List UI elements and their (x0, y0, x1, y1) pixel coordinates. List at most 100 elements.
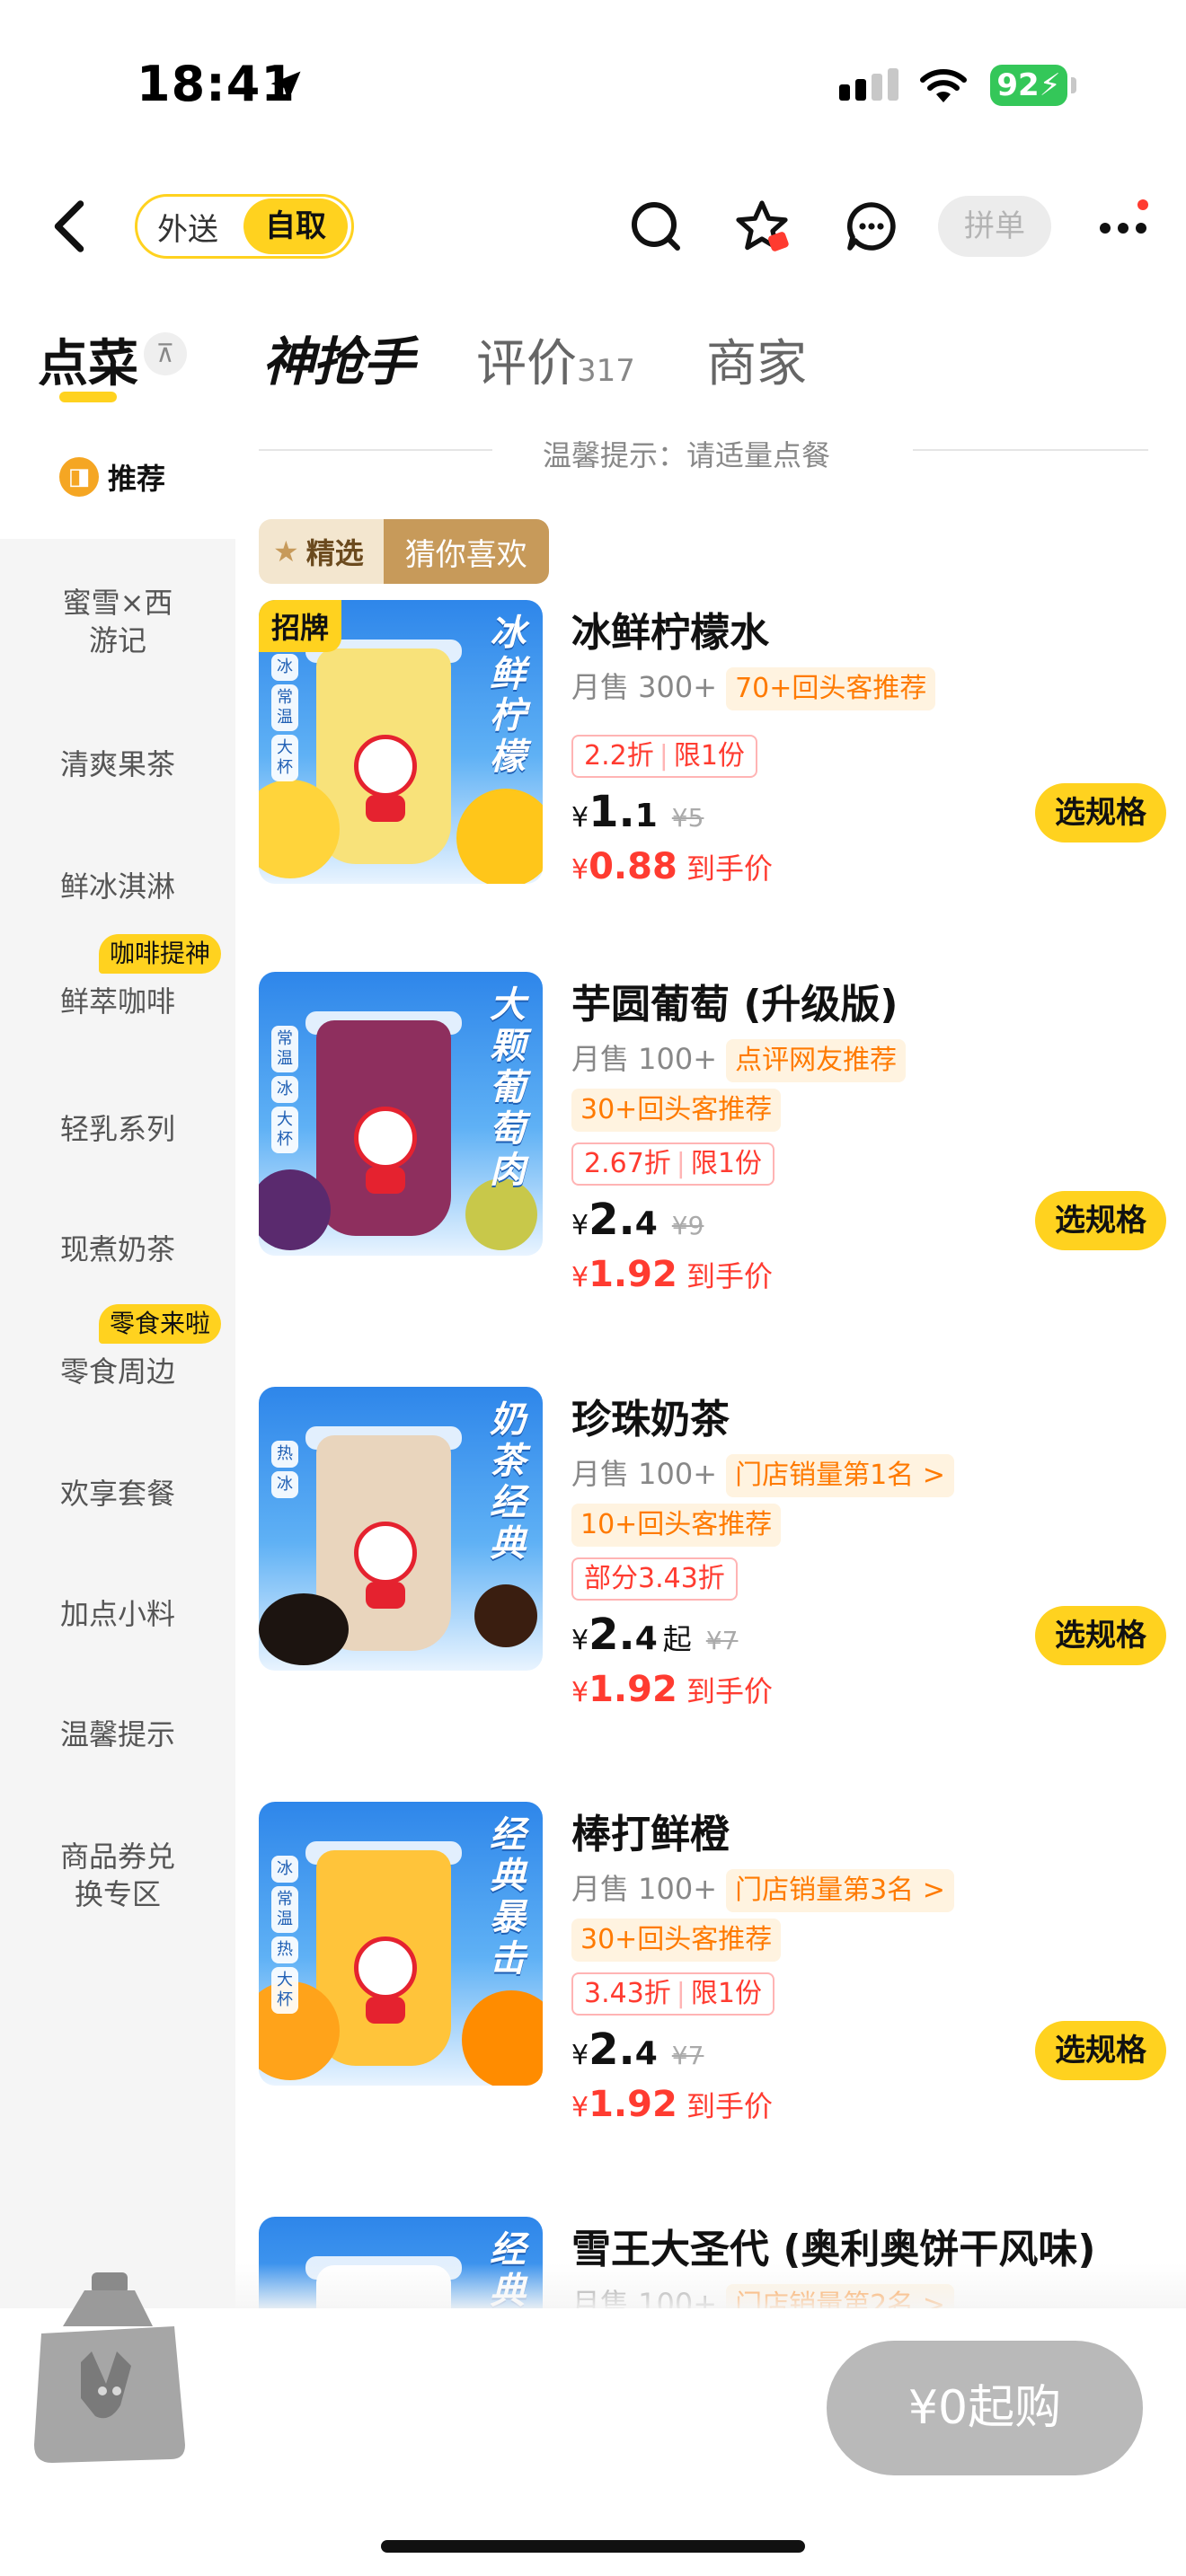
original-price: ¥7 (671, 2041, 704, 2070)
tab-merchant[interactable]: 商家 (706, 323, 807, 396)
tab-reviews-count: 317 (577, 353, 635, 389)
bookmark-icon: ◨ (59, 457, 99, 497)
select-spec-button[interactable]: 选规格 (1035, 1191, 1166, 1250)
delivery-mode-toggle[interactable]: 外送 自取 (135, 194, 354, 259)
chat-icon[interactable] (843, 198, 900, 255)
tab-menu[interactable]: 点菜 (38, 323, 138, 396)
grape-icon (259, 1169, 331, 1250)
sidebar-item[interactable]: 商品券兑 换专区 (0, 1838, 235, 1913)
pin-top-icon[interactable]: ⊼ (144, 332, 187, 375)
product-card[interactable]: 常温冰大杯 大颗葡萄肉 芋圆葡萄 (升级版) 月售 100+ 点评网友推荐 30+回头客推… (259, 972, 1166, 1367)
tab-reviews[interactable]: 评价317 (476, 323, 635, 396)
sidebar-item[interactable]: 现煮奶茶 (0, 1231, 235, 1268)
temperature-tag: 常温 (271, 684, 298, 731)
sidebar-item-badge: 零食来啦 (99, 1304, 222, 1344)
sidebar-item[interactable]: 鲜萃咖啡 (0, 983, 235, 1020)
select-spec-button[interactable]: 选规格 (1035, 1606, 1166, 1665)
product-name: 冰鲜柠檬水 (571, 610, 769, 656)
select-spec-button[interactable]: 选规格 (1035, 783, 1166, 842)
lemon-icon (456, 789, 543, 884)
product-card[interactable]: 冰常温 大杯 冰鲜柠檬 招牌 冰鲜柠檬水月售 300+ 70+回头客推荐 2.2折 | 限1份 ¥… (259, 600, 1166, 995)
product-tag[interactable]: 门店销量第1名 > (726, 1454, 954, 1497)
battery-tip (1071, 77, 1076, 93)
product-image[interactable]: 常温冰大杯 大颗葡萄肉 (259, 972, 543, 1256)
final-price: ¥1.92 到手价 (571, 2084, 773, 2125)
sidebar-item[interactable]: 零食周边 (0, 1353, 235, 1390)
repeat-customer-tag: 30+回头客推荐 (571, 1089, 782, 1132)
sidebar-item-recommend[interactable]: ◨ 推荐 (59, 456, 165, 498)
sidebar-item[interactable]: 轻乳系列 (0, 1110, 235, 1148)
mascot-icon (354, 735, 417, 822)
sidebar-item-label: 零食周边 (59, 1354, 175, 1389)
product-image[interactable]: 冰常温 大杯 冰鲜柠檬 招牌 (259, 600, 543, 884)
product-price: ¥2.4 ¥9 (571, 1195, 704, 1245)
sidebar-item-label: 商品券兑 换专区 (59, 1839, 175, 1911)
chevron-left-icon[interactable] (47, 199, 92, 253)
temperature-tag: 大杯 (271, 1967, 298, 2014)
mascot-icon (354, 1107, 417, 1194)
sidebar-item[interactable]: 加点小料 (0, 1595, 235, 1633)
mode-delivery[interactable]: 外送 (137, 205, 238, 249)
product-image-caption: 大颗葡萄肉 (490, 984, 526, 1191)
product-name: 棒打鲜橙 (571, 1812, 730, 1857)
sidebar-item-label: 蜜雪×西 游记 (62, 586, 173, 657)
search-icon[interactable] (627, 198, 685, 255)
wifi-icon (920, 69, 967, 102)
boba-icon (259, 1593, 349, 1665)
notice-text: 温馨提示：请适量点餐 (543, 438, 831, 472)
status-bar: 18:41 92 ⚡ (0, 0, 1186, 171)
picks-sub-label: 猜你喜欢 (383, 519, 549, 584)
original-price: ¥5 (671, 803, 704, 833)
temperature-tag: 常温 (271, 1886, 298, 1933)
sidebar-item[interactable]: 欢享套餐 (0, 1475, 235, 1513)
temperature-tag: 冰 (271, 1856, 298, 1883)
product-image[interactable]: 冰常温热大杯 经典暴击 (259, 1802, 543, 2086)
final-price: ¥1.92 到手价 (571, 1669, 773, 1710)
product-card[interactable]: 热冰 奶茶经典 珍珠奶茶 月售 100+ 门店销量第1名 > 10+回头客推荐 部分3.43… (259, 1387, 1166, 1782)
sidebar-item[interactable]: 鲜冰淇淋 (0, 868, 235, 905)
final-price: ¥1.92 到手价 (571, 1254, 773, 1295)
original-price: ¥7 (705, 1626, 739, 1655)
sidebar-item-label: 鲜萃咖啡 (59, 984, 175, 1019)
section-header-picks: ★ 精选 猜你喜欢 (259, 519, 549, 584)
original-price: ¥9 (671, 1211, 704, 1240)
checkout-button[interactable]: ¥0起购 (827, 2341, 1143, 2475)
select-spec-button[interactable]: 选规格 (1035, 2021, 1166, 2080)
notification-dot (1137, 199, 1148, 210)
star-icon[interactable] (733, 198, 791, 255)
shopping-bag-icon[interactable] (27, 2272, 189, 2470)
product-tag[interactable]: 点评网友推荐 (726, 1039, 907, 1082)
signature-badge: 招牌 (259, 600, 342, 652)
temperature-tag: 热 (271, 1936, 298, 1963)
sidebar-item[interactable]: 蜜雪×西 游记 (0, 584, 235, 659)
discount-badge: 部分3.43折 (571, 1557, 738, 1601)
sidebar-item[interactable]: 清爽果茶 (0, 745, 235, 783)
product-card[interactable]: 冰常温热大杯 经典暴击 棒打鲜橙 月售 100+ 门店销量第3名 > 30+回头客推荐 3.… (259, 1802, 1166, 2197)
temperature-tag: 大杯 (271, 1107, 298, 1153)
sidebar-item-label: 欢享套餐 (59, 1477, 175, 1511)
mode-pickup[interactable]: 自取 (243, 198, 348, 254)
discount-badge: 2.2折 | 限1份 (571, 735, 757, 778)
home-indicator (381, 2540, 805, 2553)
temperature-tags: 冰常温热大杯 (271, 1856, 298, 2014)
product-sales: 月售 300+ 70+回头客推荐 (571, 665, 936, 710)
product-sales: 月售 100+ 门店销量第3名 > (571, 1866, 954, 1912)
sidebar-item[interactable]: 温馨提示 (0, 1716, 235, 1753)
tab-flash-deals[interactable]: 神抢手 (262, 320, 415, 395)
mascot-icon (354, 1522, 417, 1609)
crown-star-icon: ★ (273, 534, 299, 569)
product-image[interactable]: 热冰 奶茶经典 (259, 1387, 543, 1671)
temperature-tag: 大杯 (271, 735, 298, 781)
sidebar-item-label: 清爽果茶 (59, 747, 175, 781)
sidebar-item-label: 鲜冰淇淋 (59, 869, 175, 904)
product-name: 芋圆葡萄 (升级版) (571, 982, 898, 1028)
group-order-button[interactable]: 拼单 (938, 196, 1051, 257)
product-tag[interactable]: 70+回头客推荐 (726, 667, 936, 710)
product-tag[interactable]: 门店销量第3名 > (726, 1869, 954, 1912)
cellular-signal-icon (839, 68, 898, 101)
temperature-tags: 热冰 (271, 1441, 298, 1498)
temperature-tag: 冰 (271, 1076, 298, 1103)
temperature-tags: 冰常温 大杯 (271, 654, 298, 781)
sidebar-item-label: 温馨提示 (59, 1717, 175, 1751)
sidebar-item-label: 推荐 (108, 462, 166, 496)
